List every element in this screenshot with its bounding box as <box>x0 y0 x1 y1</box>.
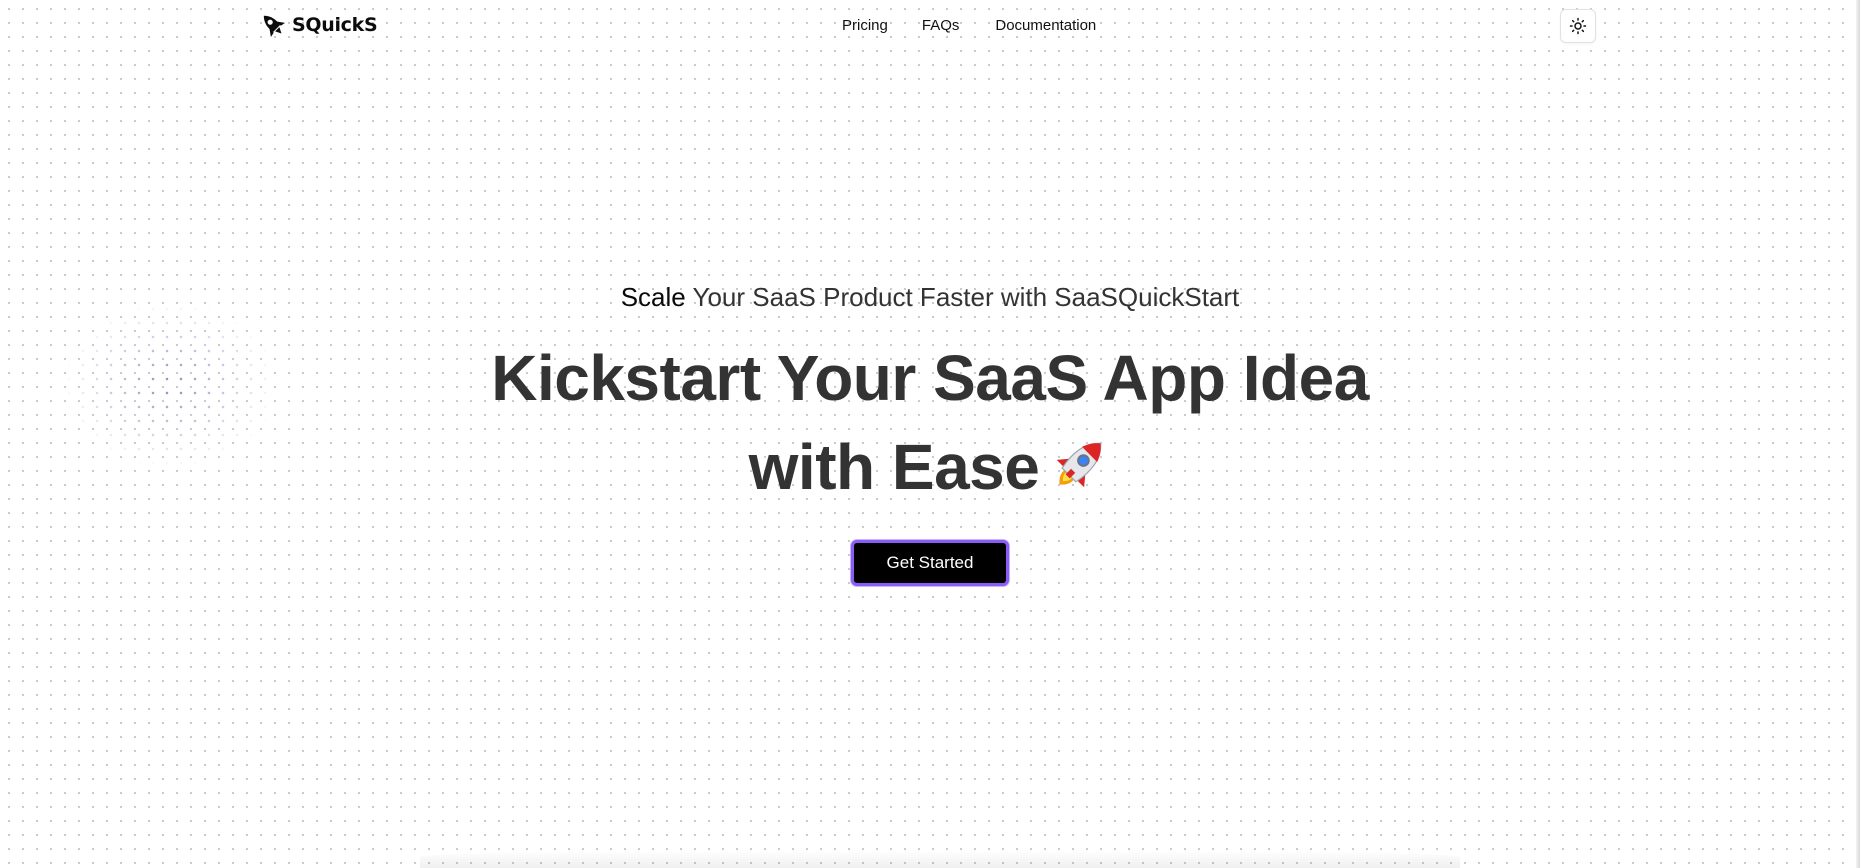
rocket-emoji-icon <box>1057 442 1102 488</box>
bottom-section-shadow <box>420 850 1460 868</box>
hero-section: Scale Your SaaS Product Faster with SaaS… <box>0 280 1860 586</box>
hero-subtitle: Scale Your SaaS Product Faster with SaaS… <box>0 280 1860 314</box>
nav-link-pricing[interactable]: Pricing <box>842 17 888 34</box>
top-navbar: SQuickS Pricing FAQs Documentation <box>0 0 1860 52</box>
subtitle-text: Your SaaS Product Faster with SaaSQuickS… <box>685 282 1240 312</box>
hero-headline: Kickstart Your SaaS App Idea with Ease <box>0 334 1860 512</box>
subtitle-rotating-word: Scale <box>620 282 686 312</box>
nav-link-faqs[interactable]: FAQs <box>922 17 960 34</box>
theme-toggle-button[interactable] <box>1560 9 1596 43</box>
nav-links: Pricing FAQs Documentation <box>842 17 1096 34</box>
headline-line-2-text: with Ease <box>748 431 1040 503</box>
rocket-icon <box>263 15 286 38</box>
headline-line-1: Kickstart Your SaaS App Idea <box>491 342 1369 414</box>
headline-line-2: with Ease <box>0 423 1860 512</box>
brand-logo-link[interactable]: SQuickS <box>258 10 378 40</box>
page: SQuickS Pricing FAQs Documentation Scale… <box>0 0 1860 868</box>
get-started-button[interactable]: Get Started <box>851 540 1009 586</box>
cta-wrapper: Get Started <box>0 540 1860 586</box>
nav-link-documentation[interactable]: Documentation <box>995 17 1096 34</box>
brand-name: SQuickS <box>292 14 378 36</box>
sun-icon <box>1569 17 1587 35</box>
